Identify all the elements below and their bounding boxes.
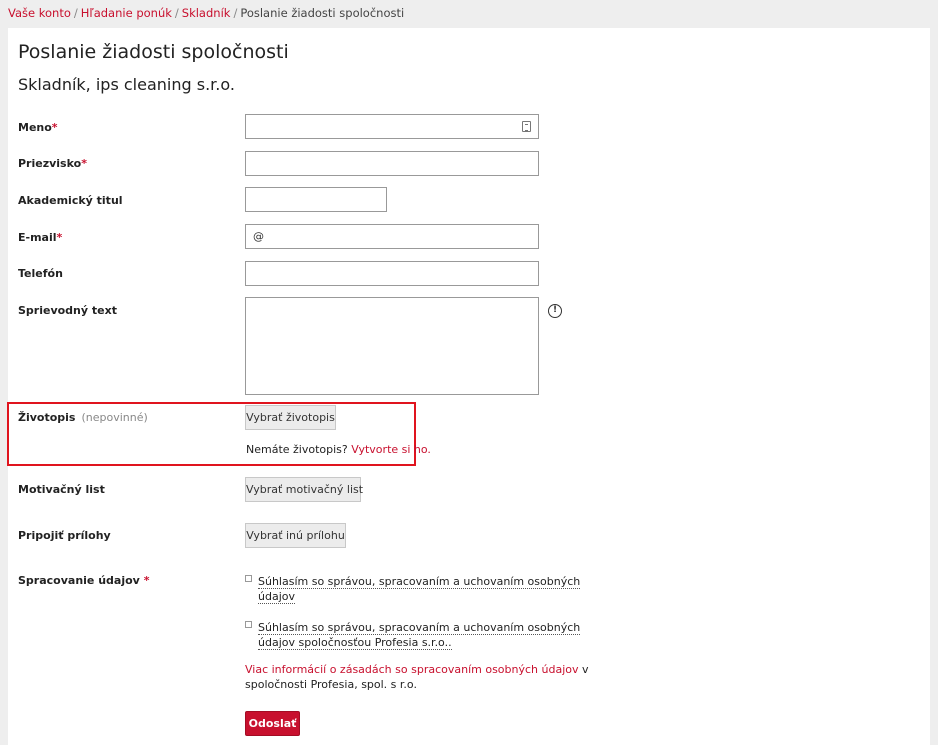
phone-input[interactable]: [245, 261, 539, 286]
breadcrumb-separator: /: [174, 6, 179, 20]
choose-motivation-letter-button[interactable]: Vybrať motivačný list: [245, 477, 363, 502]
no-cv-text: Nemáte životopis? Vytvorte si ho.: [246, 443, 431, 456]
data-processing-label: Spracovanie údajov *: [18, 574, 150, 587]
attachments-label: Pripojiť prílohy: [18, 529, 111, 542]
last-name-label: Priezvisko*: [18, 157, 87, 170]
first-name-label: Meno*: [18, 121, 58, 134]
last-name-input[interactable]: [245, 151, 539, 176]
academic-title-input[interactable]: [245, 187, 387, 212]
consent-checkbox-2[interactable]: [245, 621, 252, 628]
consent-checkbox-1[interactable]: [245, 575, 252, 582]
motivation-letter-label: Motivačný list: [18, 483, 105, 496]
first-name-input[interactable]: [245, 114, 539, 139]
privacy-info-text: Viac informácií o zásadách so spracovaní…: [245, 663, 589, 691]
create-cv-link[interactable]: Vytvorte si ho.: [351, 443, 431, 456]
cover-text-label: Sprievodný text: [18, 304, 117, 317]
info-icon[interactable]: !: [548, 304, 562, 318]
breadcrumb-current: Poslanie žiadosti spoločnosti: [240, 6, 405, 20]
cv-label: Životopis (nepovinné): [18, 411, 148, 424]
email-label: E-mail*: [18, 231, 63, 244]
submit-button[interactable]: Odoslať: [245, 711, 300, 736]
cv-optional-note: (nepovinné): [81, 411, 148, 424]
breadcrumb-separator: /: [73, 6, 78, 20]
breadcrumb-separator: /: [233, 6, 238, 20]
email-input[interactable]: @: [245, 224, 539, 249]
breadcrumb-link-account[interactable]: Vaše konto: [8, 6, 71, 20]
privacy-info-link[interactable]: Viac informácií o zásadách so spracovaní…: [245, 663, 579, 676]
breadcrumb-link-search[interactable]: Hľadanie ponúk: [81, 6, 172, 20]
breadcrumb: Vaše konto / Hľadanie ponúk / Skladník / Posla…: [8, 6, 404, 20]
email-at-prefix: @: [253, 230, 264, 243]
cover-text-textarea[interactable]: [245, 297, 539, 395]
consent-text-2[interactable]: Súhlasím so správou, spracovaním a uchov…: [258, 620, 581, 650]
consent-text-1[interactable]: Súhlasím so správou, spracovaním a uchov…: [258, 574, 581, 604]
phone-label: Telefón: [18, 267, 63, 280]
keyboard-icon: [522, 121, 531, 132]
choose-attachment-button[interactable]: Vybrať inú prílohu: [245, 523, 346, 548]
page-title: Poslanie žiadosti spoločnosti: [18, 41, 289, 63]
academic-title-label: Akademický titul: [18, 194, 123, 207]
choose-cv-button[interactable]: Vybrať životopis: [245, 405, 336, 430]
breadcrumb-link-job[interactable]: Skladník: [182, 6, 231, 20]
page-subtitle: Skladník, ips cleaning s.r.o.: [18, 75, 235, 94]
